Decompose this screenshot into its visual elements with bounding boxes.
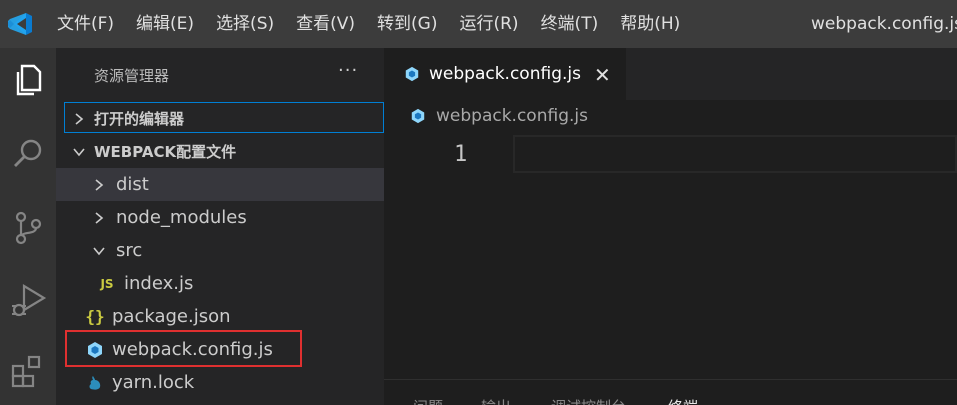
panel-tab-debug-console[interactable]: 调试控制台 (551, 396, 626, 405)
explorer-sidebar: 资源管理器 ··· 打开的编辑器 WEBPACK配置文件 dist node_m… (56, 48, 384, 405)
workspace-label: WEBPACK配置文件 (94, 143, 237, 161)
files-icon[interactable] (8, 60, 48, 100)
search-icon[interactable] (8, 134, 48, 174)
tree-item-package-json[interactable]: {} package.json (56, 300, 384, 333)
panel-tabs: 问题 输出 调试控制台 终端 (384, 379, 957, 405)
chevron-down-icon (93, 246, 105, 255)
tree-item-label: package.json (112, 306, 231, 327)
chevron-right-icon (75, 112, 84, 125)
yarn-file-icon (84, 374, 106, 392)
menu-file[interactable]: 文件(F) (46, 0, 125, 48)
menu-edit[interactable]: 编辑(E) (125, 0, 205, 48)
webpack-file-icon (404, 66, 420, 82)
highlight-annotation (65, 330, 302, 367)
tree-item-dist[interactable]: dist (56, 168, 384, 201)
tree-item-node-modules[interactable]: node_modules (56, 201, 384, 234)
tab-webpack-config[interactable]: webpack.config.js ✕ (384, 48, 626, 100)
explorer-title: 资源管理器 (94, 67, 170, 85)
tree-item-label: src (116, 240, 143, 261)
tree-item-label: yarn.lock (112, 372, 195, 393)
chevron-right-icon (95, 178, 104, 191)
menu-bar: 文件(F) 编辑(E) 选择(S) 查看(V) 转到(G) 运行(R) 终端(T… (46, 0, 691, 48)
open-editors-label: 打开的编辑器 (94, 110, 185, 128)
vscode-logo-icon (8, 13, 32, 35)
menu-view[interactable]: 查看(V) (285, 0, 366, 48)
tree-item-src[interactable]: src (56, 234, 384, 267)
menu-help[interactable]: 帮助(H) (609, 0, 691, 48)
menu-terminal[interactable]: 终端(T) (530, 0, 610, 48)
panel-tab-output[interactable]: 输出 (481, 396, 511, 405)
tree-item-label: dist (116, 174, 149, 195)
tree-item-label: node_modules (116, 207, 247, 228)
panel-tab-problems[interactable]: 问题 (413, 396, 443, 405)
extensions-icon[interactable] (8, 352, 48, 392)
activity-bar (0, 48, 56, 405)
tab-label: webpack.config.js (429, 64, 581, 84)
javascript-file-icon: JS (100, 276, 114, 291)
breadcrumb[interactable]: webpack.config.js (410, 106, 588, 126)
line-number: 1 (454, 142, 468, 167)
current-line-highlight[interactable] (513, 135, 957, 173)
menu-selection[interactable]: 选择(S) (205, 0, 285, 48)
title-bar: 文件(F) 编辑(E) 选择(S) 查看(V) 转到(G) 运行(R) 终端(T… (0, 0, 957, 48)
source-control-icon[interactable] (8, 208, 48, 248)
chevron-right-icon (95, 211, 104, 224)
menu-run[interactable]: 运行(R) (448, 0, 529, 48)
close-icon[interactable]: ✕ (594, 63, 611, 87)
workspace-section[interactable]: WEBPACK配置文件 (56, 135, 384, 168)
editor-tabs: webpack.config.js ✕ (384, 48, 957, 100)
panel-tab-terminal[interactable]: 终端 (668, 396, 698, 405)
run-debug-icon[interactable] (8, 280, 48, 320)
window-title: webpack.config.js - (811, 14, 957, 34)
json-file-icon: {} (85, 307, 105, 326)
menu-go[interactable]: 转到(G) (366, 0, 448, 48)
more-actions-icon[interactable]: ··· (338, 60, 358, 81)
explorer-header: 资源管理器 ··· (56, 48, 384, 102)
editor-area: webpack.config.js ✕ webpack.config.js 1 … (384, 48, 957, 405)
tree-item-label: index.js (124, 273, 194, 294)
open-editors-section[interactable]: 打开的编辑器 (56, 102, 384, 135)
tree-item-yarn-lock[interactable]: yarn.lock (56, 366, 384, 399)
breadcrumb-label: webpack.config.js (436, 106, 588, 126)
webpack-file-icon (410, 108, 426, 124)
chevron-down-icon (73, 147, 85, 156)
tree-item-index-js[interactable]: JS index.js (56, 267, 384, 300)
